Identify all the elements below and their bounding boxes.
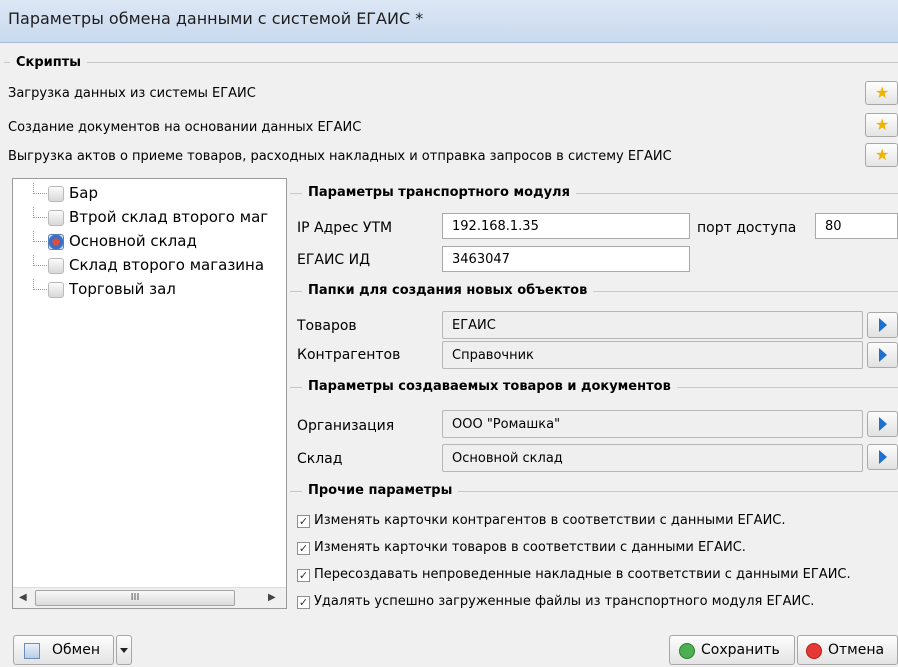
star-icon: ★ (875, 83, 890, 102)
tree-item-label: Втрой склад второго маг (69, 208, 269, 226)
egais-id-label: ЕГАИС ИД (297, 252, 371, 268)
warehouse-icon (48, 258, 64, 274)
window-titlebar: Параметры обмена данными с системой ЕГАИ… (0, 0, 898, 43)
cancel-button[interactable]: Отмена (797, 635, 898, 665)
checkbox-checked[interactable]: ✓ (297, 596, 310, 609)
egais-id-input[interactable]: 3463047 (442, 246, 690, 272)
checkbox-checked[interactable]: ✓ (297, 542, 310, 555)
tree-horizontal-scrollbar[interactable]: ◀ III ▶ (13, 587, 286, 608)
organization-label: Организация (297, 418, 395, 434)
check-circle-icon (679, 643, 695, 659)
play-arrow-icon (879, 450, 887, 464)
save-button[interactable]: Сохранить (669, 635, 795, 665)
contractors-folder-label: Контрагентов (297, 347, 401, 363)
contractors-folder-select-button[interactable] (867, 342, 898, 368)
main-warehouse-icon (48, 234, 64, 250)
warehouse-select-button[interactable] (867, 444, 898, 470)
tree-item-bar[interactable]: Бар (13, 183, 286, 205)
script-load-label: Загрузка данных из системы ЕГАИС (8, 86, 256, 101)
cancel-circle-icon (806, 643, 822, 659)
tree-item-second-store-warehouse[interactable]: Склад второго магазина (13, 255, 286, 277)
goods-folder-label: Товаров (297, 318, 357, 334)
tree-item-label: Склад второго магазина (69, 256, 265, 274)
tree-item-label: Торговый зал (69, 280, 176, 298)
exchange-dropdown-button[interactable] (116, 635, 132, 665)
script-upload-favorite-button[interactable]: ★ (865, 143, 898, 167)
goods-folder-select-button[interactable] (867, 312, 898, 338)
scripts-group-caption: Скрипты (10, 55, 88, 70)
contractors-folder-field[interactable]: Справочник (442, 341, 863, 369)
script-create-docs-label: Создание документов на основании данных … (8, 120, 362, 135)
checkbox-label: Удалять успешно загруженные файлы из тра… (314, 594, 815, 609)
folders-group-caption: Папки для создания новых объектов (302, 283, 594, 298)
tree-item-label: Бар (69, 184, 99, 202)
play-arrow-icon (879, 318, 887, 332)
play-arrow-icon (879, 417, 887, 431)
script-load-favorite-button[interactable]: ★ (865, 81, 898, 105)
checkbox-checked[interactable]: ✓ (297, 569, 310, 582)
transport-group-caption: Параметры транспортного модуля (302, 185, 576, 200)
warehouse-label: Склад (297, 451, 343, 467)
warehouse-icon (48, 210, 64, 226)
scroll-left-icon[interactable]: ◀ (19, 592, 27, 603)
play-arrow-icon (879, 348, 887, 362)
organization-field[interactable]: ООО "Ромашка" (442, 410, 863, 438)
port-label: порт доступа (697, 220, 797, 236)
checkbox-label: Пересоздавать непроведенные накладные в … (314, 567, 851, 582)
tree-item-label: Основной склад (69, 232, 197, 250)
scrollbar-thumb[interactable]: III (35, 590, 235, 606)
window-title: Параметры обмена данными с системой ЕГАИ… (8, 9, 424, 28)
other-group-caption: Прочие параметры (302, 483, 459, 498)
checkbox-label: Изменять карточки товаров в соответствии… (314, 540, 746, 555)
warehouse-tree[interactable]: Бар Втрой склад второго маг Основной скл… (12, 178, 287, 609)
script-create-docs-favorite-button[interactable]: ★ (865, 113, 898, 137)
scripts-group-line (4, 62, 898, 63)
exchange-button[interactable]: Обмен (13, 635, 114, 665)
tree-item-second-warehouse-store[interactable]: Втрой склад второго маг (13, 207, 286, 229)
created-params-group-caption: Параметры создаваемых товаров и документ… (302, 379, 677, 394)
tree-item-main-warehouse[interactable]: Основной склад (13, 231, 286, 253)
warehouse-field[interactable]: Основной склад (442, 444, 863, 472)
ip-address-label: IP Адрес УТМ (297, 220, 393, 236)
checkbox-label: Изменять карточки контрагентов в соответ… (314, 513, 786, 528)
ip-address-input[interactable]: 192.168.1.35 (442, 213, 690, 239)
tree-item-sales-floor[interactable]: Торговый зал (13, 279, 286, 301)
goods-folder-field[interactable]: ЕГАИС (442, 311, 863, 339)
star-icon: ★ (875, 145, 890, 164)
scroll-right-icon[interactable]: ▶ (268, 592, 276, 603)
star-icon: ★ (875, 115, 890, 134)
chevron-down-icon (120, 648, 128, 653)
checkbox-checked[interactable]: ✓ (297, 515, 310, 528)
exchange-icon (24, 643, 40, 659)
organization-select-button[interactable] (867, 411, 898, 437)
warehouse-icon (48, 282, 64, 298)
warehouse-icon (48, 186, 64, 202)
port-input[interactable]: 80 (815, 213, 898, 239)
script-upload-label: Выгрузка актов о приеме товаров, расходн… (8, 149, 672, 164)
